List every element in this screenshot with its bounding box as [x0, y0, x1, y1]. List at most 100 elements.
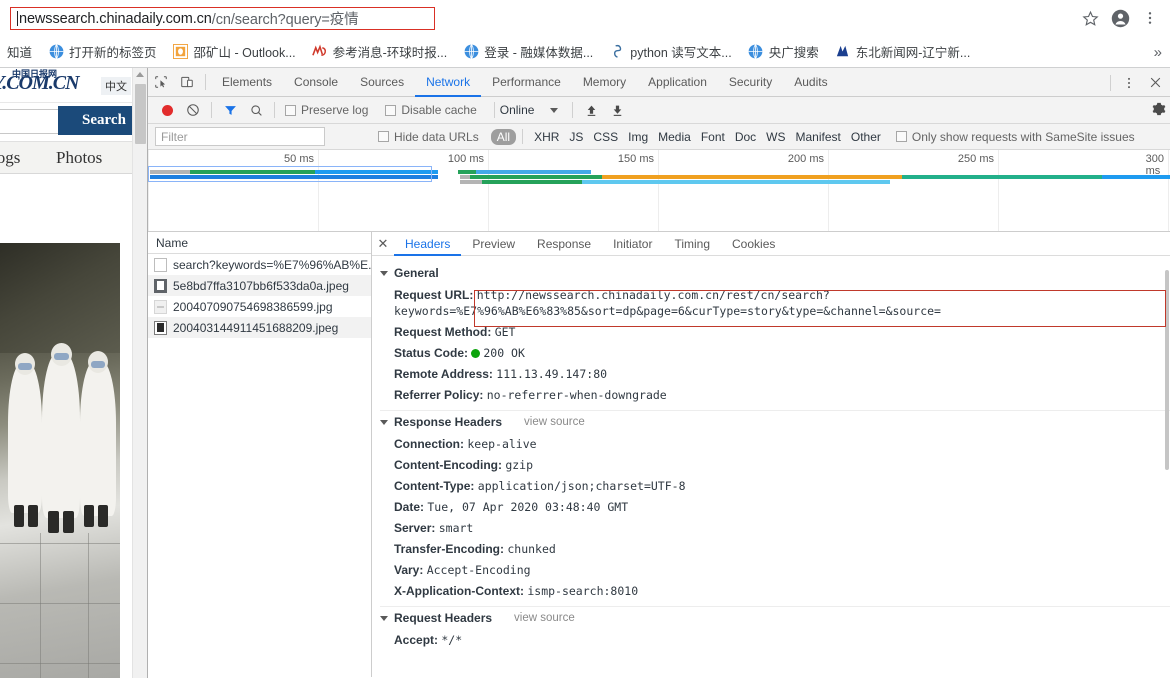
detail-tab-preview[interactable]: Preview [461, 232, 526, 256]
scroll-up-arrow-icon[interactable] [136, 72, 144, 77]
bookmark-label: 打开新的标签页 [69, 46, 157, 60]
devtools-more-icon[interactable] [1116, 70, 1142, 96]
tab-audits[interactable]: Audits [783, 68, 838, 97]
hide-data-urls-checkbox[interactable] [378, 131, 389, 142]
detail-scrollbar[interactable] [1165, 256, 1170, 677]
news-photo [0, 243, 120, 678]
header-value[interactable]: http://newssearch.chinadaily.com.cn/rest… [394, 288, 941, 318]
request-list-header[interactable]: Name [148, 232, 371, 254]
search-button[interactable] [243, 97, 269, 123]
timeline-request-bar [482, 180, 582, 184]
filter-type-ws[interactable]: WS [761, 130, 790, 144]
tab-elements[interactable]: Elements [211, 68, 283, 97]
language-toggle[interactable]: 中文 [101, 77, 131, 95]
detail-tab-initiator[interactable]: Initiator [602, 232, 663, 256]
network-overview-timeline[interactable]: 50 ms 100 ms 150 ms 200 ms 250 ms 300 ms [148, 150, 1170, 232]
device-toolbar-icon[interactable] [174, 69, 200, 95]
filter-input[interactable]: Filter [155, 127, 325, 146]
filter-type-manifest[interactable]: Manifest [791, 130, 846, 144]
filter-type-media[interactable]: Media [653, 130, 696, 144]
detail-tab-cookies[interactable]: Cookies [721, 232, 786, 256]
table-row[interactable]: search?keywords=%E7%96%AB%E... [148, 254, 371, 275]
detail-tab-response[interactable]: Response [526, 232, 602, 256]
site-nav-item-blogs[interactable]: logs [0, 148, 20, 168]
tab-memory[interactable]: Memory [572, 68, 637, 97]
table-row[interactable]: 200407090754698386599.jpg [148, 296, 371, 317]
bookmark-item-6[interactable]: 央广搜索 [741, 39, 826, 64]
tab-performance[interactable]: Performance [481, 68, 572, 97]
header-key: Referrer Policy: [394, 387, 484, 402]
request-list[interactable]: Name search?keywords=%E7%96%AB%E... 5e8b… [148, 232, 372, 677]
page-scrollbar[interactable] [132, 68, 147, 678]
tab-security[interactable]: Security [718, 68, 783, 97]
bookmark-item-7[interactable]: 东北新闻网-辽宁新... [828, 39, 978, 64]
samesite-issues-toggle[interactable]: Only show requests with SameSite issues [895, 130, 1135, 144]
bookmark-item-1[interactable]: 打开新的标签页 [41, 39, 164, 64]
bookmark-item-0[interactable]: 知道 [0, 39, 39, 64]
bookmark-item-2[interactable]: 邵矿山 - Outlook... [166, 39, 303, 64]
import-har-button[interactable] [578, 97, 604, 123]
filter-type-all[interactable]: All [490, 128, 517, 145]
site-search-input[interactable] [0, 109, 60, 134]
section-general-header[interactable]: General [372, 262, 1170, 284]
export-har-button[interactable] [604, 97, 630, 123]
timeline-tick: 50 ms [284, 153, 314, 165]
throttling-dropdown[interactable]: Online [500, 103, 559, 117]
bookmark-item-3[interactable]: 参考消息-环球时报... [305, 39, 455, 64]
profile-avatar-icon[interactable] [1106, 4, 1134, 32]
header-row-accept: Accept: */* [372, 629, 1170, 650]
timeline-tick: 150 ms [617, 153, 654, 165]
record-button[interactable] [154, 97, 180, 123]
section-request-headers-header[interactable]: Request Headers view source [372, 607, 1170, 629]
detail-tab-headers[interactable]: Headers [394, 232, 461, 256]
tab-sources[interactable]: Sources [349, 68, 415, 97]
devtools-close-icon[interactable] [1142, 70, 1168, 96]
tab-application[interactable]: Application [637, 68, 718, 97]
bookmark-star-icon[interactable] [1076, 4, 1104, 32]
section-response-headers-header[interactable]: Response Headers view source [372, 411, 1170, 433]
header-row-request-method: Request Method: GET [372, 321, 1170, 342]
preserve-log-toggle[interactable]: Preserve log [285, 103, 368, 117]
header-key: Status Code: [394, 345, 469, 360]
view-source-link[interactable]: view source [514, 612, 575, 624]
filter-type-doc[interactable]: Doc [730, 130, 761, 144]
disable-cache-checkbox[interactable] [385, 104, 397, 116]
view-source-link[interactable]: view source [524, 416, 585, 428]
network-settings-button[interactable] [1152, 102, 1166, 119]
tab-network[interactable]: Network [415, 68, 481, 97]
bookmarks-overflow-button[interactable]: » [1154, 44, 1162, 61]
address-bar-input[interactable]: newssearch.chinadaily.com.cn/cn/search?q… [10, 7, 435, 30]
hide-data-urls-toggle[interactable]: Hide data URLs [378, 130, 479, 144]
timeline-selection-window[interactable] [148, 166, 432, 182]
filter-button[interactable] [217, 97, 243, 123]
scrollbar-thumb[interactable] [135, 84, 146, 144]
header-row-date: Date: Tue, 07 Apr 2020 03:48:40 GMT [372, 496, 1170, 517]
filter-type-font[interactable]: Font [696, 130, 730, 144]
site-logo[interactable]: LY.COM.CN 中国日报网 [0, 70, 80, 95]
header-value: 111.13.49.147:80 [496, 366, 608, 381]
request-name: search?keywords=%E7%96%AB%E... [173, 257, 371, 272]
site-nav-item-photos[interactable]: Photos [56, 148, 102, 168]
clear-button[interactable] [180, 97, 206, 123]
filter-type-other[interactable]: Other [846, 130, 886, 144]
close-detail-icon[interactable]: ✕ [372, 232, 394, 256]
table-row[interactable]: 5e8bd7ffa3107bb6f533da0a.jpeg [148, 275, 371, 296]
chrome-menu-icon[interactable] [1136, 4, 1164, 32]
table-row[interactable]: 200403144911451688209.jpeg [148, 317, 371, 338]
filter-type-css[interactable]: CSS [588, 130, 623, 144]
filter-type-img[interactable]: Img [623, 130, 653, 144]
bookmark-item-4[interactable]: 登录 - 融媒体数据... [456, 39, 600, 64]
bookmark-item-5[interactable]: python 读写文本... [602, 39, 738, 64]
filter-type-xhr[interactable]: XHR [529, 130, 564, 144]
disable-cache-toggle[interactable]: Disable cache [385, 103, 477, 117]
samesite-issues-checkbox[interactable] [895, 131, 907, 142]
preserve-log-checkbox[interactable] [285, 104, 296, 116]
filter-type-js[interactable]: JS [564, 130, 588, 144]
tab-console[interactable]: Console [283, 68, 349, 97]
photo-figure [42, 353, 80, 518]
scrollbar-thumb[interactable] [1165, 270, 1169, 470]
detail-tab-timing[interactable]: Timing [663, 232, 721, 256]
toolbar-divider [1110, 74, 1111, 91]
inspect-element-icon[interactable] [148, 69, 174, 95]
section-title: General [394, 266, 439, 280]
